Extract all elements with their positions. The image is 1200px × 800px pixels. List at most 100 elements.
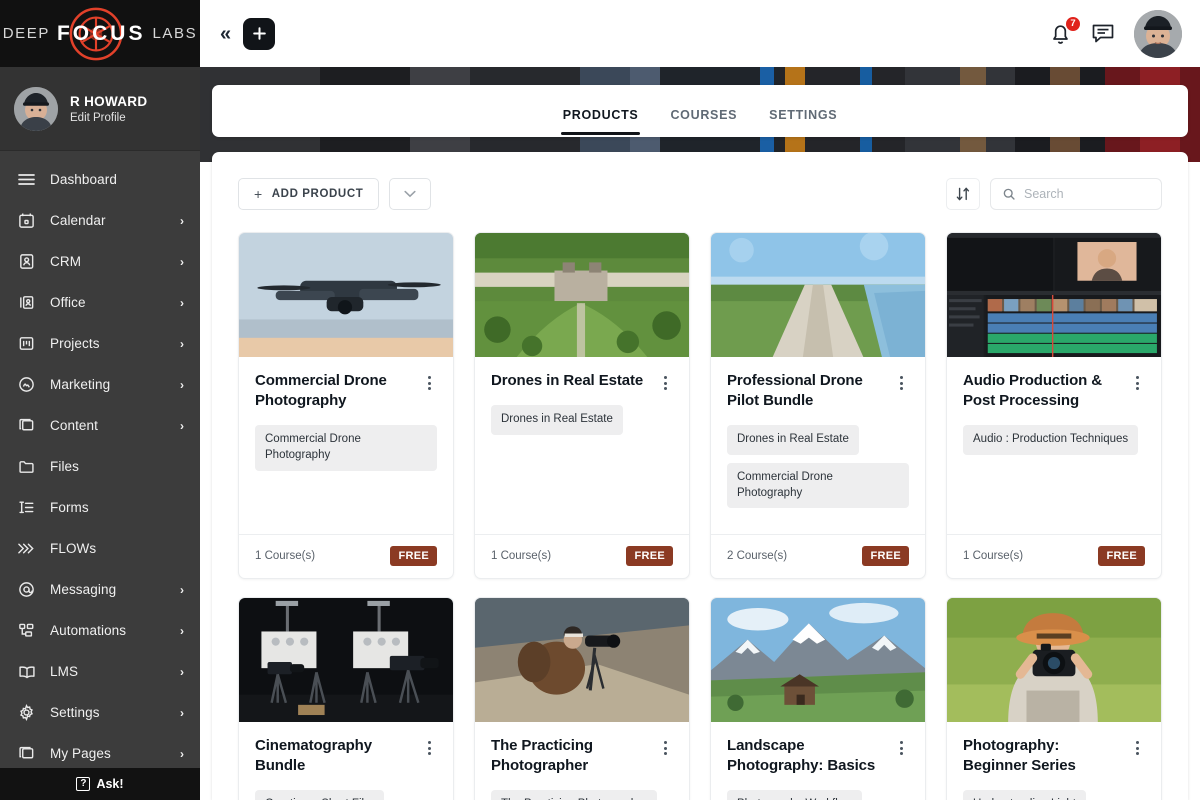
- product-footer: 1 Course(s) FREE: [475, 534, 689, 578]
- course-chip: Drones in Real Estate: [727, 425, 859, 455]
- add-product-button[interactable]: + ADD PRODUCT: [238, 178, 379, 210]
- edit-profile-link[interactable]: Edit Profile: [70, 112, 147, 124]
- product-card[interactable]: The Practicing Photographer The Practici…: [474, 597, 690, 800]
- sidebar-item-messaging[interactable]: Messaging ›: [0, 569, 200, 610]
- product-chips: Commercial Drone Photography: [255, 425, 437, 471]
- collapse-sidebar-button[interactable]: «: [212, 24, 237, 44]
- calendar-icon: [17, 211, 36, 230]
- product-card[interactable]: Drones in Real Estate Drones in Real Est…: [474, 232, 690, 579]
- sidebar-item-settings[interactable]: Settings ›: [0, 692, 200, 733]
- tabs-list: PRODUCTS COURSES SETTINGS: [561, 85, 840, 137]
- notifications-button[interactable]: 7: [1048, 20, 1074, 48]
- sort-button[interactable]: [946, 178, 980, 210]
- sidebar-item-content[interactable]: Content ›: [0, 405, 200, 446]
- projects-icon: [17, 334, 36, 353]
- chevron-down-icon: [404, 190, 416, 198]
- product-card[interactable]: Audio Production & Post Processing Audio…: [946, 232, 1162, 579]
- search-box[interactable]: [990, 178, 1162, 210]
- chevron-right-icon: ›: [180, 419, 184, 433]
- product-menu-button[interactable]: [893, 371, 909, 390]
- product-head: Cinematography Bundle: [255, 736, 437, 776]
- product-head: Landscape Photography: Basics: [727, 736, 909, 776]
- profile-meta: R HOWARD Edit Profile: [70, 94, 147, 124]
- tab-settings[interactable]: SETTINGS: [767, 85, 839, 135]
- sidebar-item-office[interactable]: Office ›: [0, 282, 200, 323]
- sitemap-icon: [17, 621, 36, 640]
- sidebar-item-projects[interactable]: Projects ›: [0, 323, 200, 364]
- product-body: Professional Drone Pilot Bundle Drones i…: [711, 357, 925, 534]
- product-menu-button[interactable]: [657, 371, 673, 390]
- product-body: Audio Production & Post Processing Audio…: [947, 357, 1161, 534]
- mountain-cabin-image: [711, 598, 925, 722]
- product-chips: Photography Workflow: [727, 790, 909, 800]
- product-chips: Audio : Production Techniques: [963, 425, 1145, 455]
- product-title: Audio Production & Post Processing: [963, 371, 1121, 411]
- product-menu-button[interactable]: [893, 736, 909, 755]
- profile-name: R HOWARD: [70, 94, 147, 109]
- messages-button[interactable]: [1090, 21, 1116, 47]
- product-card[interactable]: Professional Drone Pilot Bundle Drones i…: [710, 232, 926, 579]
- sidebar-profile[interactable]: R HOWARD Edit Profile: [0, 67, 200, 151]
- search-icon: [1003, 187, 1015, 201]
- price-badge: FREE: [390, 546, 437, 566]
- sidebar-label: CRM: [50, 254, 166, 269]
- sidebar-item-dashboard[interactable]: Dashboard: [0, 159, 200, 200]
- product-body: The Practicing Photographer The Practici…: [475, 722, 689, 800]
- chevron-right-icon: ›: [180, 296, 184, 310]
- sidebar-item-my-pages[interactable]: My Pages ›: [0, 733, 200, 768]
- sidebar-label: My Pages: [50, 746, 166, 761]
- photographer-cliff-image: [475, 598, 689, 722]
- tab-products[interactable]: PRODUCTS: [561, 85, 641, 135]
- ask-label: Ask!: [96, 777, 123, 791]
- product-footer: 1 Course(s) FREE: [947, 534, 1161, 578]
- course-chip: The Practicing Photographer: [491, 790, 657, 800]
- flame-icon: [17, 375, 36, 394]
- product-menu-button[interactable]: [1129, 371, 1145, 390]
- add-product-label: ADD PRODUCT: [272, 188, 364, 200]
- sidebar-item-crm[interactable]: CRM ›: [0, 241, 200, 282]
- product-menu-button[interactable]: [421, 371, 437, 390]
- brand-logo[interactable]: DEEP FOCUS LABS: [0, 0, 200, 67]
- contact-card-icon: [17, 252, 36, 271]
- chevron-right-icon: ›: [180, 378, 184, 392]
- product-card[interactable]: Landscape Photography: Basics Photograph…: [710, 597, 926, 800]
- product-body: Commercial Drone Photography Commercial …: [239, 357, 453, 534]
- product-thumbnail: [711, 598, 925, 722]
- sidebar-item-forms[interactable]: Forms: [0, 487, 200, 528]
- brand-word-right: LABS: [152, 25, 197, 42]
- product-body: Landscape Photography: Basics Photograph…: [711, 722, 925, 800]
- product-menu-button[interactable]: [421, 736, 437, 755]
- sidebar-item-calendar[interactable]: Calendar ›: [0, 200, 200, 241]
- user-avatar-button[interactable]: [1134, 10, 1182, 58]
- product-title: Commercial Drone Photography: [255, 371, 413, 411]
- coastal-road-image: [711, 233, 925, 357]
- product-card[interactable]: Commercial Drone Photography Commercial …: [238, 232, 454, 579]
- product-head: Audio Production & Post Processing: [963, 371, 1145, 411]
- course-count: 2 Course(s): [727, 550, 787, 562]
- product-card[interactable]: Cinematography Bundle Creating a Short F…: [238, 597, 454, 800]
- ask-button[interactable]: ? Ask!: [0, 768, 200, 800]
- products-toolbar: + ADD PRODUCT: [212, 152, 1188, 210]
- sidebar-item-lms[interactable]: LMS ›: [0, 651, 200, 692]
- chevron-right-icon: ›: [180, 706, 184, 720]
- product-card[interactable]: Photography: Beginner Series Understandi…: [946, 597, 1162, 800]
- product-title: Landscape Photography: Basics: [727, 736, 885, 776]
- product-menu-button[interactable]: [1129, 736, 1145, 755]
- add-new-button[interactable]: [243, 18, 275, 50]
- product-head: Professional Drone Pilot Bundle: [727, 371, 909, 411]
- main-area: « 7: [200, 0, 1200, 800]
- product-head: Photography: Beginner Series: [963, 736, 1145, 776]
- sidebar-item-flows[interactable]: FLOWs: [0, 528, 200, 569]
- search-input[interactable]: [1024, 187, 1149, 201]
- product-menu-button[interactable]: [657, 736, 673, 755]
- tab-courses[interactable]: COURSES: [668, 85, 739, 135]
- sidebar-label: Automations: [50, 623, 166, 638]
- sidebar-item-files[interactable]: Files: [0, 446, 200, 487]
- course-chip: Creating a Short Film: [255, 790, 384, 800]
- price-badge: FREE: [862, 546, 909, 566]
- windows-icon: [17, 416, 36, 435]
- add-product-dropdown-button[interactable]: [389, 178, 431, 210]
- sidebar-item-marketing[interactable]: Marketing ›: [0, 364, 200, 405]
- hamburger-icon: [17, 170, 36, 189]
- sidebar-item-automations[interactable]: Automations ›: [0, 610, 200, 651]
